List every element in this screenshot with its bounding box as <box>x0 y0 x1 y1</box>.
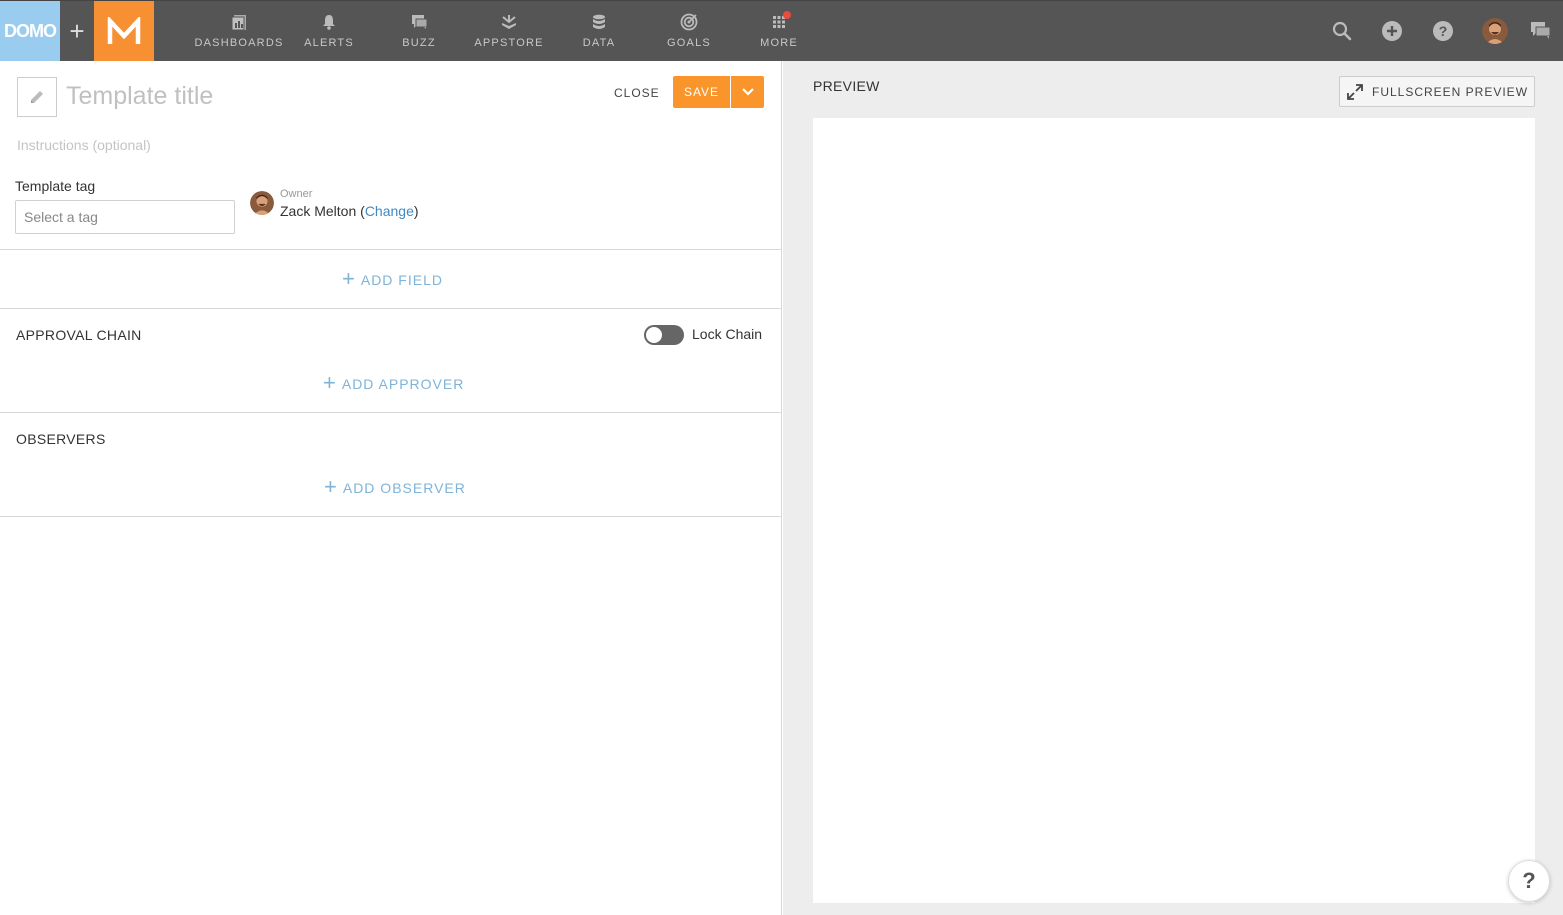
nav-buzz[interactable]: BUZZ <box>374 1 464 62</box>
instructions-input[interactable] <box>17 135 757 155</box>
lock-chain-toggle[interactable] <box>644 325 684 345</box>
add-field-button[interactable]: + ADD FIELD <box>342 266 443 291</box>
add-observer-button[interactable]: + ADD OBSERVER <box>324 474 466 499</box>
preview-title: PREVIEW <box>813 78 880 94</box>
add-field-label: ADD FIELD <box>360 272 443 288</box>
owner-name: Zack Melton (Change) <box>280 203 419 219</box>
close-button[interactable]: CLOSE <box>608 81 666 105</box>
notification-dot <box>783 11 791 19</box>
fullscreen-preview-label: FULLSCREEN PREVIEW <box>1371 84 1529 99</box>
save-dropdown-button[interactable] <box>731 76 764 108</box>
divider <box>0 249 782 250</box>
owner-name-text: Zack Melton <box>280 203 357 219</box>
nav-label: DATA <box>582 37 616 49</box>
nav-label: APPSTORE <box>474 37 544 49</box>
domo-logo[interactable]: DOMO <box>0 1 60 62</box>
search-icon[interactable] <box>1329 18 1355 44</box>
nav-label: DASHBOARDS <box>194 37 284 49</box>
nav-appstore[interactable]: APPSTORE <box>464 1 554 62</box>
save-button[interactable]: SAVE <box>673 76 730 108</box>
plus-icon: + <box>324 474 338 499</box>
nav-label: BUZZ <box>402 37 436 49</box>
preview-panel: PREVIEW FULLSCREEN PREVIEW ? <box>783 61 1563 915</box>
template-tag-select[interactable]: Select a tag <box>15 200 235 234</box>
user-avatar[interactable] <box>1482 18 1508 44</box>
add-circle-icon[interactable] <box>1379 18 1405 44</box>
observers-title: OBSERVERS <box>16 431 106 447</box>
nav-data[interactable]: DATA <box>554 1 644 62</box>
lock-chain-label: Lock Chain <box>692 326 763 342</box>
dashboards-icon <box>230 13 248 31</box>
database-icon <box>590 13 608 31</box>
divider <box>0 412 782 413</box>
plus-icon: + <box>323 370 337 395</box>
plus-icon: + <box>342 266 356 291</box>
template-editor-panel: CLOSE SAVE Template tag Select a tag Own… <box>0 61 782 915</box>
add-approver-button[interactable]: + ADD APPROVER <box>323 370 465 395</box>
svg-text:?: ? <box>1439 23 1448 39</box>
nav-label: GOALS <box>667 37 711 49</box>
help-fab-button[interactable]: ? <box>1508 860 1550 902</box>
fullscreen-preview-button[interactable]: FULLSCREEN PREVIEW <box>1339 76 1535 107</box>
change-owner-link[interactable]: Change <box>365 203 414 219</box>
help-icon[interactable]: ? <box>1430 18 1456 44</box>
bell-icon <box>320 13 338 31</box>
chat-icon <box>410 13 428 31</box>
nav-alerts[interactable]: ALERTS <box>284 1 374 62</box>
nav-label: ALERTS <box>304 37 354 49</box>
nav-more[interactable]: MORE <box>734 1 824 62</box>
add-approver-label: ADD APPROVER <box>341 376 465 392</box>
appstore-icon <box>500 13 518 31</box>
divider <box>0 308 782 309</box>
target-icon <box>680 13 698 31</box>
tag-select-placeholder: Select a tag <box>24 209 98 225</box>
expand-icon <box>1347 83 1363 100</box>
add-observer-label: ADD OBSERVER <box>342 480 466 496</box>
nav-goals[interactable]: GOALS <box>644 1 734 62</box>
company-logo[interactable] <box>94 1 154 62</box>
template-title-input[interactable] <box>66 78 566 114</box>
pencil-icon[interactable] <box>17 77 57 117</box>
preview-canvas <box>813 118 1535 903</box>
chevron-down-icon <box>741 88 754 96</box>
toggle-knob <box>646 327 662 343</box>
template-tag-label: Template tag <box>15 178 96 194</box>
grid-icon <box>770 11 791 31</box>
nav-label: MORE <box>760 37 798 49</box>
owner-label: Owner <box>280 188 313 200</box>
nav-dashboards[interactable]: DASHBOARDS <box>194 1 284 62</box>
top-nav-bar: DOMO + DASHBOARDS ALERTS BUZZ APPSTORE D… <box>0 0 1563 62</box>
divider <box>0 516 782 517</box>
approval-chain-title: APPROVAL CHAIN <box>16 327 142 343</box>
owner-avatar <box>250 191 274 215</box>
messages-icon[interactable] <box>1528 18 1554 44</box>
plus-icon: + <box>69 15 85 46</box>
